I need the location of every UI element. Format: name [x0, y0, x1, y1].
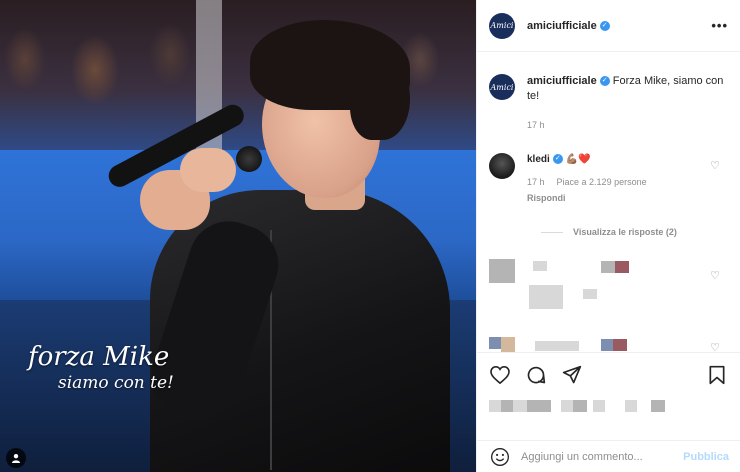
overlay-line-2: siamo con te!	[58, 373, 174, 393]
view-replies-label: Visualizza le risposte (2)	[573, 227, 677, 237]
caption-username[interactable]: amiciufficiale	[527, 75, 597, 87]
comment-username[interactable]: kledi	[527, 154, 550, 165]
avatar-logo-text: Amici	[490, 21, 514, 30]
censored-comment-like-heart-icon[interactable]: ♡	[710, 269, 720, 282]
post-header: Amici amiciufficiale ✓ •••	[477, 0, 740, 52]
post-image[interactable]: forza Mike siamo con te!	[0, 0, 476, 472]
comment-likes[interactable]: Piace a 2.129 persone	[557, 175, 647, 189]
tagged-user-icon[interactable]	[6, 448, 26, 468]
censored-likes-row	[477, 396, 740, 424]
comment-timestamp[interactable]: 17 h	[527, 175, 545, 189]
pixel-block	[535, 341, 579, 351]
censored-avatar	[489, 259, 515, 283]
pixel-block	[615, 261, 629, 273]
censored-comment-1: ♡	[489, 259, 728, 315]
pixel-block	[601, 261, 615, 273]
pixel-block	[651, 400, 665, 412]
pixel-block	[573, 400, 587, 412]
publish-button[interactable]: Pubblica	[683, 451, 729, 463]
comment-bubble-icon[interactable]	[525, 364, 547, 386]
save-bookmark-icon[interactable]	[706, 364, 728, 386]
overlay-line-1: forza Mike	[28, 342, 170, 372]
censored-comment-like-heart-icon[interactable]: ♡	[710, 341, 720, 352]
pixel-block	[529, 285, 563, 309]
censored-comment-2: ♡	[489, 337, 728, 352]
comment-item: kledi ✓ 💪🏽❤️ 17 h Piace a 2.129 persone R…	[489, 153, 728, 205]
pixel-block	[601, 339, 613, 351]
pixel-block	[513, 400, 527, 412]
pixel-block	[613, 339, 627, 351]
pixel-block	[533, 261, 547, 271]
caption-avatar[interactable]: Amici	[489, 74, 515, 100]
post-caption: Amici amiciufficiale ✓ Forza Mike, siamo …	[489, 52, 728, 133]
image-overlay-text: forza Mike siamo con te!	[28, 342, 174, 394]
comment-verified-badge-icon: ✓	[552, 154, 563, 165]
microphone-head	[236, 146, 262, 172]
post-actions-bar	[477, 352, 740, 396]
view-replies-button[interactable]: Visualizza le risposte (2)	[541, 227, 728, 237]
pixel-block	[501, 400, 513, 412]
post-sidebar: Amici amiciufficiale ✓ ••• Amici amiciuf…	[476, 0, 740, 472]
add-comment-bar: Pubblica	[477, 440, 740, 472]
pixel-block	[583, 289, 597, 299]
singer	[104, 20, 450, 472]
header-username[interactable]: amiciufficiale	[527, 20, 597, 32]
caption-avatar-logo-text: Amici	[490, 82, 514, 92]
caption-timestamp[interactable]: 17 h	[527, 118, 727, 133]
hand-upper	[180, 148, 236, 192]
pixel-block	[561, 400, 573, 412]
like-heart-icon[interactable]	[489, 364, 511, 386]
comment-input[interactable]	[521, 450, 681, 463]
comment-avatar[interactable]	[489, 153, 515, 179]
pixel-block	[593, 400, 605, 412]
verified-badge-icon: ✓	[599, 20, 610, 31]
caption-verified-badge-icon: ✓	[599, 76, 610, 87]
pixel-block	[625, 400, 637, 412]
comment-text: 💪🏽❤️	[565, 154, 591, 165]
share-send-icon[interactable]	[561, 364, 583, 386]
more-options-icon[interactable]: •••	[711, 18, 728, 33]
pixel-block	[527, 400, 551, 412]
comments-list[interactable]: Amici amiciufficiale ✓ Forza Mike, siamo …	[477, 52, 740, 352]
comment-like-heart-icon[interactable]: ♡	[710, 159, 720, 172]
emoji-smiley-icon[interactable]	[489, 446, 511, 468]
pixel-block	[489, 400, 501, 412]
account-avatar[interactable]: Amici	[489, 12, 515, 39]
reply-button[interactable]: Rispondi	[527, 191, 707, 205]
pixel-block	[501, 337, 515, 352]
